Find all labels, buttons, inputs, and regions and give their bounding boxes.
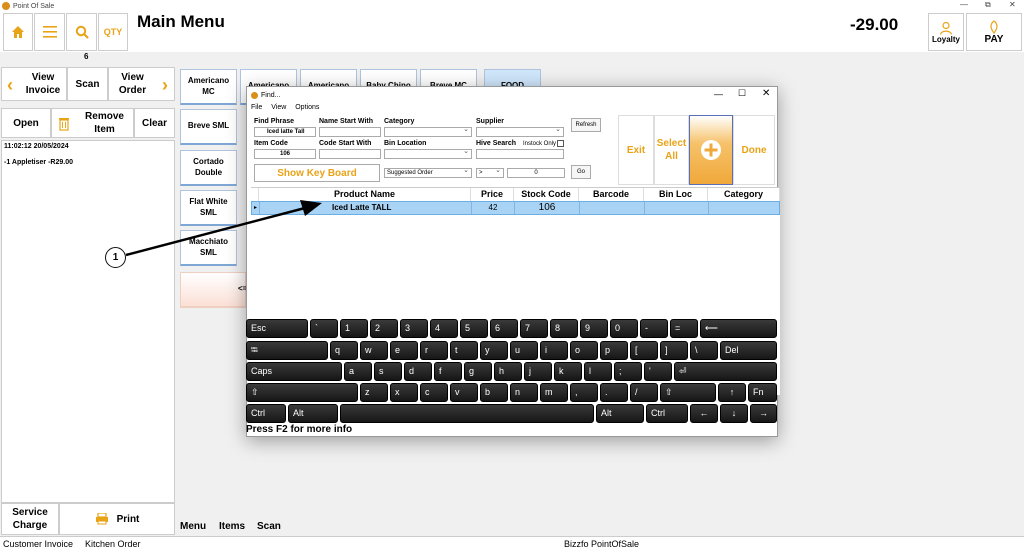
annotation-callout: 1: [105, 247, 126, 268]
annotation-arrow: [125, 200, 322, 257]
